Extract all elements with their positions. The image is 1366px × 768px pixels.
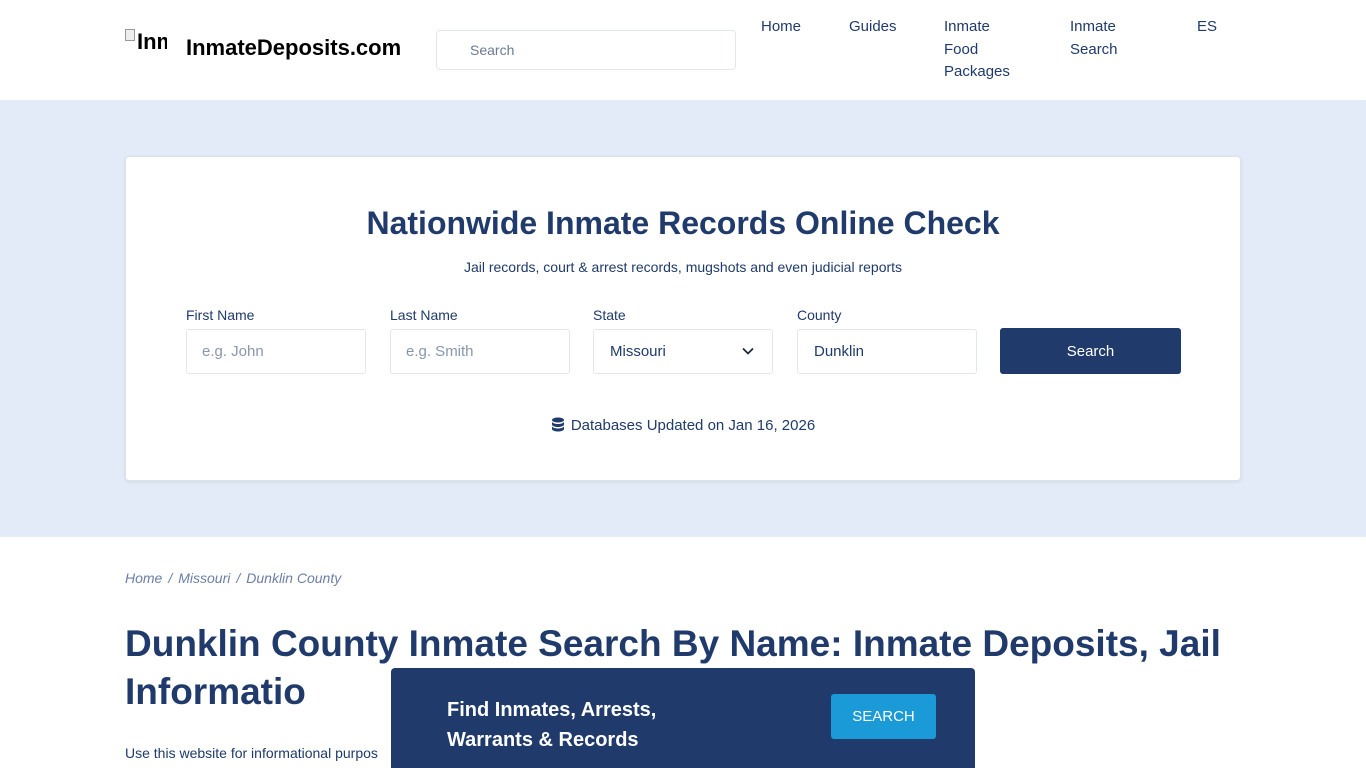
- county-label: County: [797, 307, 842, 323]
- sticky-search-banner: Find Inmates, Arrests, Warrants & Record…: [391, 668, 975, 768]
- nav-label-line: Search: [1070, 40, 1118, 58]
- breadcrumb: Home / Missouri / Dunklin County: [125, 570, 341, 586]
- breadcrumb-separator: /: [236, 570, 241, 586]
- search-card: Nationwide Inmate Records Online Check J…: [125, 156, 1241, 481]
- nav-guides[interactable]: Guides: [849, 16, 897, 39]
- breadcrumb-separator: /: [168, 570, 173, 586]
- nav-label-line: Inmate: [944, 18, 990, 35]
- last-name-input[interactable]: [390, 329, 570, 374]
- nav-inmate-food-packages[interactable]: Inmate Food Packages: [944, 16, 1010, 84]
- banner-text-line: Warrants & Records: [447, 729, 639, 751]
- search-button[interactable]: Search: [1000, 328, 1181, 374]
- last-name-label: Last Name: [390, 307, 458, 323]
- breadcrumb-dunklin-county[interactable]: Dunklin County: [246, 570, 341, 586]
- nav-label-line: Packages: [944, 63, 1010, 80]
- county-input-value: Dunklin: [814, 343, 865, 360]
- nav-home[interactable]: Home: [761, 16, 801, 39]
- broken-image-icon: [125, 29, 135, 41]
- county-input[interactable]: Dunklin: [797, 329, 977, 374]
- body-text: Use this website for informational purpo…: [125, 745, 378, 761]
- database-update-line: Databases Updated on Jan 16, 2026: [126, 417, 1240, 434]
- breadcrumb-missouri[interactable]: Missouri: [178, 570, 230, 586]
- nav-language-es[interactable]: ES: [1197, 16, 1217, 39]
- logo-alt-text: Inmate: [137, 29, 167, 54]
- state-label: State: [593, 307, 626, 323]
- state-select[interactable]: Missouri: [593, 329, 773, 374]
- hero-subtitle: Jail records, court & arrest records, mu…: [463, 259, 903, 275]
- chevron-down-icon: [742, 347, 754, 355]
- breadcrumb-home[interactable]: Home: [125, 570, 162, 586]
- state-select-value: Missouri: [610, 343, 666, 360]
- database-updated-text: Databases Updated on Jan 16, 2026: [570, 417, 816, 434]
- first-name-label: First Name: [186, 307, 255, 323]
- nav-inmate-search[interactable]: Inmate Search: [1070, 16, 1118, 61]
- banner-text: Find Inmates, Arrests, Warrants & Record…: [447, 695, 707, 755]
- banner-search-button[interactable]: SEARCH: [831, 694, 936, 739]
- database-icon: [551, 417, 564, 432]
- site-header: Inmate InmateDeposits.com Home Guides In…: [0, 0, 1366, 100]
- header-search-input[interactable]: [436, 30, 736, 70]
- site-name[interactable]: InmateDeposits.com: [186, 35, 401, 61]
- first-name-input[interactable]: [186, 329, 366, 374]
- logo-image[interactable]: Inmate: [125, 29, 167, 59]
- hero-title: Nationwide Inmate Records Online Check: [366, 205, 1000, 241]
- nav-label-line: Food: [944, 40, 979, 58]
- banner-text-line: Find Inmates, Arrests,: [447, 699, 657, 721]
- nav-label-line: Inmate: [1070, 18, 1116, 35]
